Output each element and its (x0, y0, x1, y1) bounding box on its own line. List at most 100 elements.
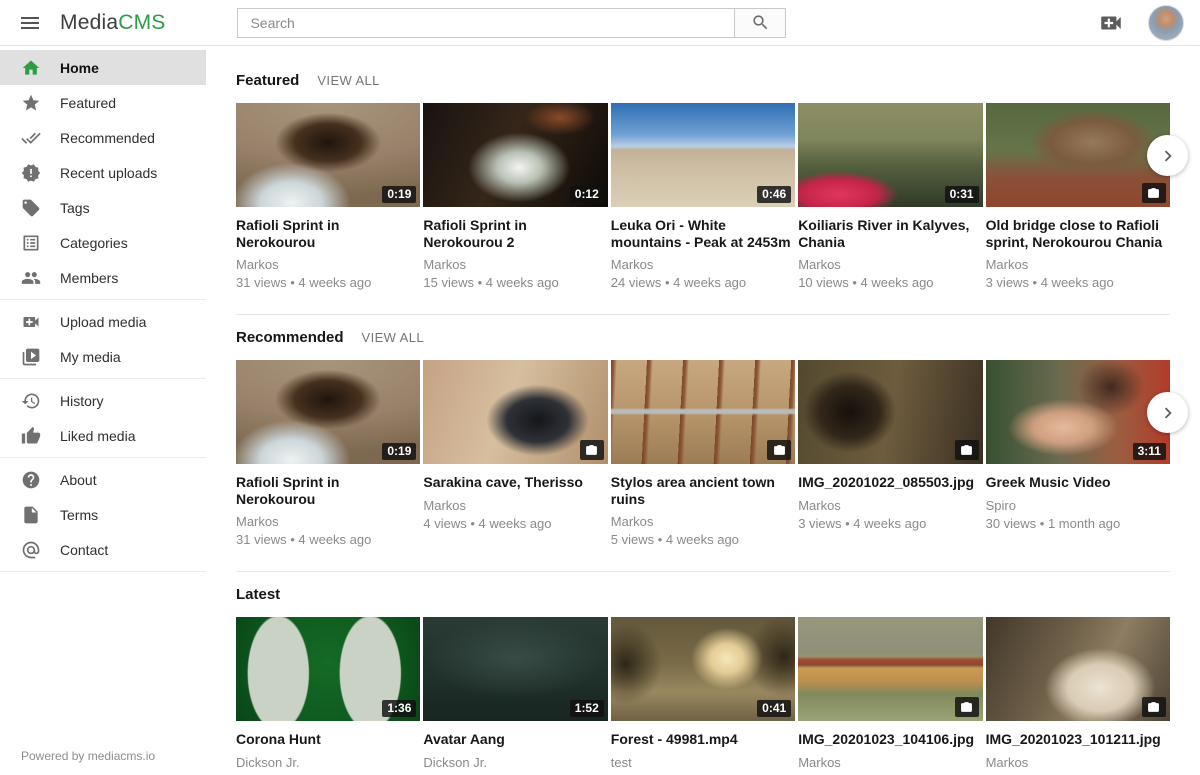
sidebar-label: Terms (60, 507, 98, 523)
section-latest: Latest 1:36 Corona Hunt Dickson Jr. 6 vi… (236, 586, 1170, 775)
media-author[interactable]: Markos (423, 498, 607, 513)
media-card[interactable]: IMG_20201023_104106.jpg Markos 4 views •… (798, 617, 982, 775)
media-card[interactable]: IMG_20201022_085503.jpg Markos 3 views •… (798, 360, 982, 547)
media-title[interactable]: Greek Music Video (986, 474, 1170, 491)
logo-media: Media (60, 11, 118, 34)
scroll-right-button[interactable] (1147, 392, 1188, 433)
at-sign-icon (21, 540, 41, 560)
media-thumbnail[interactable]: 1:52 (423, 617, 607, 721)
scroll-right-button[interactable] (1147, 135, 1188, 176)
media-thumbnail[interactable] (986, 617, 1170, 721)
sidebar-item-home[interactable]: Home (0, 50, 206, 85)
media-title[interactable]: Corona Hunt (236, 731, 420, 748)
media-card[interactable]: Sarakina cave, Therisso Markos 4 views •… (423, 360, 607, 547)
media-title[interactable]: IMG_20201023_101211.jpg (986, 731, 1170, 748)
media-author[interactable]: Markos (798, 755, 982, 770)
media-thumbnail[interactable] (986, 103, 1170, 207)
media-meta: 30 views • 1 month ago (986, 516, 1170, 531)
sidebar-item-history[interactable]: History (0, 383, 206, 418)
media-title[interactable]: Koiliaris River in Kalyves, Chania (798, 217, 982, 250)
media-author[interactable]: Markos (986, 755, 1170, 770)
media-thumbnail[interactable] (611, 360, 795, 464)
hamburger-menu-icon[interactable] (18, 11, 42, 35)
search-button[interactable] (734, 8, 786, 38)
media-thumbnail[interactable]: 0:19 (236, 360, 420, 464)
media-title[interactable]: Avatar Aang (423, 731, 607, 748)
sidebar-item-liked-media[interactable]: Liked media (0, 418, 206, 453)
sidebar-item-featured[interactable]: Featured (0, 85, 206, 120)
upload-media-icon[interactable] (1098, 10, 1124, 36)
view-all-link[interactable]: VIEW ALL (317, 73, 379, 88)
duration-badge: 1:36 (382, 700, 416, 717)
media-author[interactable]: Markos (236, 257, 420, 272)
sidebar-item-members[interactable]: Members (0, 260, 206, 295)
media-card[interactable]: 1:36 Corona Hunt Dickson Jr. 6 views • 4… (236, 617, 420, 775)
view-all-link[interactable]: VIEW ALL (362, 330, 424, 345)
media-card[interactable]: 0:41 Forest - 49981.mp4 test 17 views • … (611, 617, 795, 775)
sidebar-item-upload-media[interactable]: Upload media (0, 304, 206, 339)
media-title[interactable]: Old bridge close to Rafioli sprint, Nero… (986, 217, 1170, 250)
section-title: Featured (236, 72, 299, 89)
media-thumbnail[interactable]: 0:12 (423, 103, 607, 207)
media-card[interactable]: IMG_20201023_101211.jpg Markos 4 views •… (986, 617, 1170, 775)
media-author[interactable]: Markos (986, 257, 1170, 272)
media-author[interactable]: Markos (611, 257, 795, 272)
media-author[interactable]: Dickson Jr. (423, 755, 607, 770)
media-title[interactable]: Rafioli Sprint in Nerokourou 2 (423, 217, 607, 250)
sidebar-item-my-media[interactable]: My media (0, 339, 206, 374)
media-card[interactable]: Stylos area ancient town ruins Markos 5 … (611, 360, 795, 547)
media-title[interactable]: Sarakina cave, Therisso (423, 474, 607, 491)
media-card[interactable]: 0:46 Leuka Ori - White mountains - Peak … (611, 103, 795, 290)
media-author[interactable]: Markos (423, 257, 607, 272)
sidebar-label: Recent uploads (60, 165, 157, 181)
media-title[interactable]: Rafioli Sprint in Nerokourou (236, 217, 420, 250)
media-card[interactable]: 0:19 Rafioli Sprint in Nerokourou Markos… (236, 103, 420, 290)
media-thumbnail[interactable]: 3:11 (986, 360, 1170, 464)
media-thumbnail[interactable]: 0:31 (798, 103, 982, 207)
media-meta: 3 views • 4 weeks ago (798, 516, 982, 531)
sidebar-label: Liked media (60, 428, 136, 444)
media-card[interactable]: 1:52 Avatar Aang Dickson Jr. 12 views • … (423, 617, 607, 775)
camera-icon (955, 697, 979, 717)
media-title[interactable]: IMG_20201022_085503.jpg (798, 474, 982, 491)
media-title[interactable]: IMG_20201023_104106.jpg (798, 731, 982, 748)
media-title[interactable]: Stylos area ancient town ruins (611, 474, 795, 507)
media-thumbnail[interactable]: 0:41 (611, 617, 795, 721)
sidebar-item-about[interactable]: About (0, 462, 206, 497)
media-author[interactable]: Markos (798, 498, 982, 513)
sidebar-label: Categories (60, 235, 128, 251)
list-icon (21, 233, 41, 253)
media-author[interactable]: test (611, 755, 795, 770)
media-thumbnail[interactable]: 0:46 (611, 103, 795, 207)
media-title[interactable]: Forest - 49981.mp4 (611, 731, 795, 748)
media-card[interactable]: 3:11 Greek Music Video Spiro 30 views • … (986, 360, 1170, 547)
mediacms-logo[interactable]: MediaCMS (60, 11, 165, 35)
media-author[interactable]: Markos (798, 257, 982, 272)
media-author[interactable]: Markos (611, 514, 795, 529)
section-title: Latest (236, 586, 280, 603)
media-thumbnail[interactable] (798, 360, 982, 464)
sidebar-item-contact[interactable]: Contact (0, 532, 206, 567)
powered-by-text[interactable]: Powered by mediacms.io (21, 749, 155, 763)
media-title[interactable]: Rafioli Sprint in Nerokourou (236, 474, 420, 507)
sidebar-item-tags[interactable]: Tags (0, 190, 206, 225)
media-card[interactable]: 0:31 Koiliaris River in Kalyves, Chania … (798, 103, 982, 290)
media-card[interactable]: 0:12 Rafioli Sprint in Nerokourou 2 Mark… (423, 103, 607, 290)
sidebar-item-recent-uploads[interactable]: Recent uploads (0, 155, 206, 190)
user-avatar[interactable] (1148, 5, 1184, 41)
media-author[interactable]: Dickson Jr. (236, 755, 420, 770)
media-thumbnail[interactable]: 0:19 (236, 103, 420, 207)
media-author[interactable]: Spiro (986, 498, 1170, 513)
media-card[interactable]: Old bridge close to Rafioli sprint, Nero… (986, 103, 1170, 290)
media-thumbnail[interactable] (423, 360, 607, 464)
media-title[interactable]: Leuka Ori - White mountains - Peak at 24… (611, 217, 795, 250)
media-thumbnail[interactable] (798, 617, 982, 721)
sidebar-item-terms[interactable]: Terms (0, 497, 206, 532)
search-input[interactable] (237, 8, 734, 38)
media-thumbnail[interactable]: 1:36 (236, 617, 420, 721)
media-card[interactable]: 0:19 Rafioli Sprint in Nerokourou Markos… (236, 360, 420, 547)
sidebar-item-categories[interactable]: Categories (0, 225, 206, 260)
section-title: Recommended (236, 329, 344, 346)
media-author[interactable]: Markos (236, 514, 420, 529)
sidebar-item-recommended[interactable]: Recommended (0, 120, 206, 155)
